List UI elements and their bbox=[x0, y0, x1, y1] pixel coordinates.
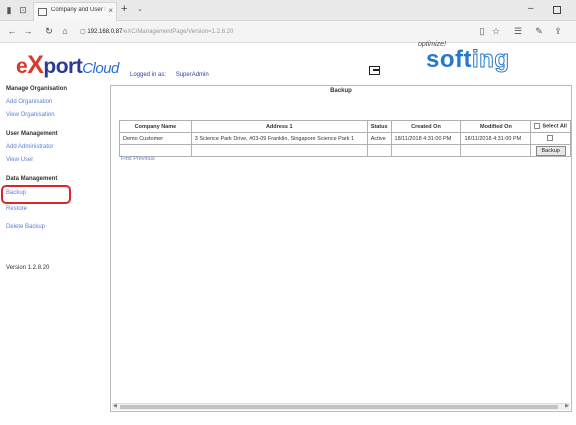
company-table: Company Name Address 1 Status Created On… bbox=[119, 120, 571, 157]
reading-view-icon[interactable]: ▯ bbox=[476, 26, 488, 37]
sidebar-heading-data-management: Data Management bbox=[6, 176, 58, 182]
backup-highlight-box bbox=[1, 185, 71, 204]
back-icon[interactable]: ← bbox=[6, 26, 18, 36]
url-field[interactable]: ▢ 192.168.0.87/eXC/ManagementPage/Versio… bbox=[80, 25, 266, 39]
browser-tab-bar: ▮ ⊡ Company and User Ma × + ⌄ – bbox=[0, 0, 576, 21]
sidebar-item-restore[interactable]: Restore bbox=[6, 206, 27, 212]
empty-cell bbox=[390, 144, 462, 157]
tab-title: Company and User Ma bbox=[51, 7, 105, 13]
sidebar-item-view-user[interactable]: View User bbox=[6, 157, 33, 163]
backup-button[interactable]: Backup bbox=[535, 145, 566, 156]
table-action-row: Backup bbox=[119, 144, 571, 157]
share-icon[interactable]: ⇪ bbox=[552, 26, 564, 37]
username: SuperAdmin bbox=[175, 72, 209, 78]
table-row: Demo Customer 3 Science Park Drive, #03-… bbox=[119, 132, 571, 145]
table-header-row: Company Name Address 1 Status Created On… bbox=[119, 120, 571, 133]
refresh-icon[interactable]: ↻ bbox=[43, 26, 55, 37]
maximize-icon[interactable] bbox=[553, 6, 561, 14]
select-all-label: Select All bbox=[542, 123, 567, 130]
empty-cell bbox=[119, 144, 192, 157]
forward-icon[interactable]: → bbox=[22, 26, 34, 36]
browser-tab[interactable]: Company and User Ma × bbox=[33, 2, 117, 21]
minimize-icon[interactable]: – bbox=[528, 3, 534, 14]
logged-in-info: Logged in as: SuperAdmin bbox=[130, 72, 217, 78]
url-host: 192.168.0.87 bbox=[87, 29, 123, 35]
cell-created: 18/11/2018 4:31:00 PM bbox=[390, 132, 462, 145]
sidebar-heading-manage-organisation: Manage Organisation bbox=[6, 86, 68, 92]
logout-icon[interactable] bbox=[369, 66, 380, 75]
empty-cell bbox=[190, 144, 368, 157]
sidebar-item-add-administrator[interactable]: Add Administrator bbox=[6, 144, 53, 150]
sidebar-item-delete-backup[interactable]: Delete Backup bbox=[6, 224, 45, 230]
url-path: /eXC/ManagementPage/Version=1.2.8.20 bbox=[122, 29, 234, 35]
window-menu-icon[interactable]: ▮ bbox=[3, 4, 15, 16]
sidebar-item-add-organisation[interactable]: Add Organisation bbox=[6, 99, 52, 105]
col-modified-on: Modified On bbox=[460, 120, 532, 133]
tab-close-icon[interactable]: × bbox=[108, 6, 113, 15]
pen-icon[interactable]: ✎ bbox=[533, 26, 545, 37]
favorites-list-icon[interactable]: ☰ bbox=[512, 26, 524, 37]
cell-status: Active bbox=[366, 132, 392, 145]
sidebar-item-view-organisation[interactable]: View Organisation bbox=[6, 112, 55, 118]
panel-title: Backup bbox=[330, 88, 352, 94]
app-version: Version 1.2.8.20 bbox=[6, 265, 50, 271]
scroll-left-icon[interactable]: ◀ bbox=[113, 403, 117, 409]
cell-select bbox=[530, 132, 571, 145]
tab-list-icon[interactable]: ⌄ bbox=[137, 5, 143, 13]
cell-address: 3 Science Park Drive, #03-09 Franklin, S… bbox=[190, 132, 368, 145]
cell-modified: 18/11/2018 4:31:00 PM bbox=[460, 132, 532, 145]
cell-company: Demo Customer bbox=[119, 132, 192, 145]
softing-logo: softing bbox=[426, 46, 510, 74]
home-icon[interactable]: ⌂ bbox=[59, 26, 71, 36]
page-favicon-icon bbox=[38, 8, 47, 16]
cell-action: Backup bbox=[530, 144, 571, 157]
col-created-on: Created On bbox=[390, 120, 462, 133]
row-select-checkbox[interactable] bbox=[546, 135, 553, 142]
scrollbar-thumb[interactable] bbox=[120, 405, 558, 409]
col-address: Address 1 bbox=[190, 120, 368, 133]
col-company-name: Company Name bbox=[119, 120, 192, 133]
col-select-all: Select All bbox=[530, 120, 571, 133]
browser-address-bar: ← → ↻ ⌂ ▢ 192.168.0.87/eXC/ManagementPag… bbox=[0, 21, 576, 43]
export-cloud-logo: eXportCloud bbox=[16, 51, 119, 79]
favorite-icon[interactable]: ☆ bbox=[490, 26, 502, 37]
logged-in-label: Logged in as: bbox=[130, 72, 167, 78]
col-status: Status bbox=[366, 120, 392, 133]
empty-cell bbox=[460, 144, 532, 157]
select-all-checkbox[interactable] bbox=[534, 123, 541, 130]
backup-panel: Backup Company Name Address 1 Status Cre… bbox=[110, 85, 572, 412]
empty-cell bbox=[366, 144, 392, 157]
sidebar-heading-user-management: User Management bbox=[6, 131, 58, 137]
scroll-right-icon[interactable]: ▶ bbox=[565, 403, 569, 409]
pager-first-previous[interactable]: First Previous bbox=[121, 156, 155, 162]
horizontal-scrollbar[interactable]: ◀ ▶ bbox=[112, 403, 570, 410]
tab-preview-icon[interactable]: ⊡ bbox=[17, 4, 29, 16]
new-tab-icon[interactable]: + bbox=[121, 3, 127, 15]
